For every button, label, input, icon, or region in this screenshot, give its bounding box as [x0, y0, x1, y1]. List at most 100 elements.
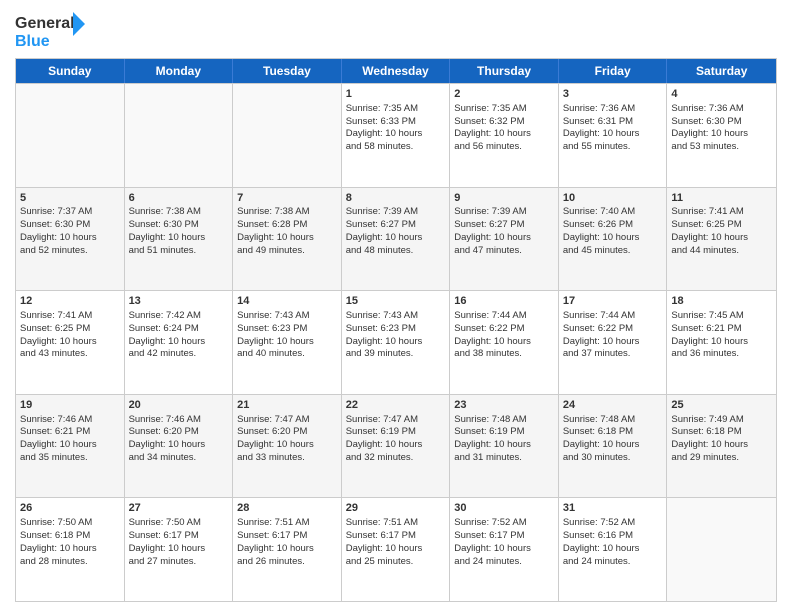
- day-number: 20: [129, 398, 229, 413]
- cal-cell: 4Sunrise: 7:36 AM Sunset: 6:30 PM Daylig…: [667, 84, 776, 187]
- cal-cell: 28Sunrise: 7:51 AM Sunset: 6:17 PM Dayli…: [233, 498, 342, 601]
- day-number: 17: [563, 294, 663, 309]
- day-number: 22: [346, 398, 446, 413]
- cal-week-row: 1Sunrise: 7:35 AM Sunset: 6:33 PM Daylig…: [16, 83, 776, 187]
- day-info: Sunrise: 7:43 AM Sunset: 6:23 PM Dayligh…: [237, 310, 314, 359]
- day-info: Sunrise: 7:47 AM Sunset: 6:20 PM Dayligh…: [237, 414, 314, 463]
- day-info: Sunrise: 7:43 AM Sunset: 6:23 PM Dayligh…: [346, 310, 423, 359]
- day-info: Sunrise: 7:50 AM Sunset: 6:18 PM Dayligh…: [20, 517, 97, 566]
- day-number: 6: [129, 191, 229, 206]
- cal-cell: 27Sunrise: 7:50 AM Sunset: 6:17 PM Dayli…: [125, 498, 234, 601]
- day-number: 14: [237, 294, 337, 309]
- cal-cell: 10Sunrise: 7:40 AM Sunset: 6:26 PM Dayli…: [559, 188, 668, 291]
- day-number: 2: [454, 87, 554, 102]
- day-number: 13: [129, 294, 229, 309]
- cal-cell: 13Sunrise: 7:42 AM Sunset: 6:24 PM Dayli…: [125, 291, 234, 394]
- day-number: 3: [563, 87, 663, 102]
- page: GeneralBlue SundayMondayTuesdayWednesday…: [0, 0, 792, 612]
- cal-header-cell-thursday: Thursday: [450, 59, 559, 83]
- cal-cell: 25Sunrise: 7:49 AM Sunset: 6:18 PM Dayli…: [667, 395, 776, 498]
- day-info: Sunrise: 7:51 AM Sunset: 6:17 PM Dayligh…: [346, 517, 423, 566]
- cal-cell: 22Sunrise: 7:47 AM Sunset: 6:19 PM Dayli…: [342, 395, 451, 498]
- day-info: Sunrise: 7:51 AM Sunset: 6:17 PM Dayligh…: [237, 517, 314, 566]
- cal-cell: 19Sunrise: 7:46 AM Sunset: 6:21 PM Dayli…: [16, 395, 125, 498]
- cal-cell: 23Sunrise: 7:48 AM Sunset: 6:19 PM Dayli…: [450, 395, 559, 498]
- cal-header-cell-tuesday: Tuesday: [233, 59, 342, 83]
- day-info: Sunrise: 7:39 AM Sunset: 6:27 PM Dayligh…: [454, 206, 531, 255]
- cal-cell: 6Sunrise: 7:38 AM Sunset: 6:30 PM Daylig…: [125, 188, 234, 291]
- cal-cell: [125, 84, 234, 187]
- cal-header-cell-monday: Monday: [125, 59, 234, 83]
- day-info: Sunrise: 7:44 AM Sunset: 6:22 PM Dayligh…: [454, 310, 531, 359]
- cal-cell: 15Sunrise: 7:43 AM Sunset: 6:23 PM Dayli…: [342, 291, 451, 394]
- cal-cell: 21Sunrise: 7:47 AM Sunset: 6:20 PM Dayli…: [233, 395, 342, 498]
- cal-cell: 7Sunrise: 7:38 AM Sunset: 6:28 PM Daylig…: [233, 188, 342, 291]
- day-number: 8: [346, 191, 446, 206]
- cal-cell: 11Sunrise: 7:41 AM Sunset: 6:25 PM Dayli…: [667, 188, 776, 291]
- cal-header-cell-saturday: Saturday: [667, 59, 776, 83]
- day-info: Sunrise: 7:41 AM Sunset: 6:25 PM Dayligh…: [671, 206, 748, 255]
- cal-week-row: 19Sunrise: 7:46 AM Sunset: 6:21 PM Dayli…: [16, 394, 776, 498]
- svg-text:Blue: Blue: [15, 33, 50, 50]
- day-info: Sunrise: 7:41 AM Sunset: 6:25 PM Dayligh…: [20, 310, 97, 359]
- day-info: Sunrise: 7:52 AM Sunset: 6:17 PM Dayligh…: [454, 517, 531, 566]
- day-number: 7: [237, 191, 337, 206]
- cal-cell: [16, 84, 125, 187]
- day-number: 5: [20, 191, 120, 206]
- day-number: 10: [563, 191, 663, 206]
- day-number: 9: [454, 191, 554, 206]
- cal-cell: 20Sunrise: 7:46 AM Sunset: 6:20 PM Dayli…: [125, 395, 234, 498]
- day-number: 23: [454, 398, 554, 413]
- day-info: Sunrise: 7:38 AM Sunset: 6:28 PM Dayligh…: [237, 206, 314, 255]
- day-number: 26: [20, 501, 120, 516]
- day-info: Sunrise: 7:38 AM Sunset: 6:30 PM Dayligh…: [129, 206, 206, 255]
- day-info: Sunrise: 7:52 AM Sunset: 6:16 PM Dayligh…: [563, 517, 640, 566]
- day-info: Sunrise: 7:49 AM Sunset: 6:18 PM Dayligh…: [671, 414, 748, 463]
- day-number: 31: [563, 501, 663, 516]
- day-info: Sunrise: 7:39 AM Sunset: 6:27 PM Dayligh…: [346, 206, 423, 255]
- day-number: 30: [454, 501, 554, 516]
- day-number: 12: [20, 294, 120, 309]
- day-number: 27: [129, 501, 229, 516]
- cal-cell: 5Sunrise: 7:37 AM Sunset: 6:30 PM Daylig…: [16, 188, 125, 291]
- cal-cell: 14Sunrise: 7:43 AM Sunset: 6:23 PM Dayli…: [233, 291, 342, 394]
- cal-cell: 2Sunrise: 7:35 AM Sunset: 6:32 PM Daylig…: [450, 84, 559, 187]
- cal-cell: 17Sunrise: 7:44 AM Sunset: 6:22 PM Dayli…: [559, 291, 668, 394]
- cal-header-cell-wednesday: Wednesday: [342, 59, 451, 83]
- day-number: 16: [454, 294, 554, 309]
- cal-header-cell-sunday: Sunday: [16, 59, 125, 83]
- svg-text:General: General: [15, 15, 75, 32]
- day-info: Sunrise: 7:44 AM Sunset: 6:22 PM Dayligh…: [563, 310, 640, 359]
- cal-week-row: 26Sunrise: 7:50 AM Sunset: 6:18 PM Dayli…: [16, 497, 776, 601]
- day-info: Sunrise: 7:35 AM Sunset: 6:33 PM Dayligh…: [346, 103, 423, 152]
- cal-cell: 9Sunrise: 7:39 AM Sunset: 6:27 PM Daylig…: [450, 188, 559, 291]
- calendar-body: 1Sunrise: 7:35 AM Sunset: 6:33 PM Daylig…: [16, 83, 776, 601]
- cal-cell: 29Sunrise: 7:51 AM Sunset: 6:17 PM Dayli…: [342, 498, 451, 601]
- day-info: Sunrise: 7:48 AM Sunset: 6:19 PM Dayligh…: [454, 414, 531, 463]
- day-number: 29: [346, 501, 446, 516]
- cal-cell: 8Sunrise: 7:39 AM Sunset: 6:27 PM Daylig…: [342, 188, 451, 291]
- day-number: 1: [346, 87, 446, 102]
- header: GeneralBlue: [15, 10, 777, 50]
- cal-cell: 12Sunrise: 7:41 AM Sunset: 6:25 PM Dayli…: [16, 291, 125, 394]
- day-info: Sunrise: 7:36 AM Sunset: 6:31 PM Dayligh…: [563, 103, 640, 152]
- day-number: 18: [671, 294, 772, 309]
- cal-cell: 3Sunrise: 7:36 AM Sunset: 6:31 PM Daylig…: [559, 84, 668, 187]
- calendar: SundayMondayTuesdayWednesdayThursdayFrid…: [15, 58, 777, 602]
- day-info: Sunrise: 7:48 AM Sunset: 6:18 PM Dayligh…: [563, 414, 640, 463]
- logo: GeneralBlue: [15, 10, 85, 50]
- day-info: Sunrise: 7:36 AM Sunset: 6:30 PM Dayligh…: [671, 103, 748, 152]
- cal-header-cell-friday: Friday: [559, 59, 668, 83]
- day-number: 15: [346, 294, 446, 309]
- cal-cell: 1Sunrise: 7:35 AM Sunset: 6:33 PM Daylig…: [342, 84, 451, 187]
- day-info: Sunrise: 7:50 AM Sunset: 6:17 PM Dayligh…: [129, 517, 206, 566]
- day-number: 24: [563, 398, 663, 413]
- day-info: Sunrise: 7:42 AM Sunset: 6:24 PM Dayligh…: [129, 310, 206, 359]
- cal-cell: 30Sunrise: 7:52 AM Sunset: 6:17 PM Dayli…: [450, 498, 559, 601]
- day-number: 19: [20, 398, 120, 413]
- cal-week-row: 5Sunrise: 7:37 AM Sunset: 6:30 PM Daylig…: [16, 187, 776, 291]
- day-info: Sunrise: 7:35 AM Sunset: 6:32 PM Dayligh…: [454, 103, 531, 152]
- day-info: Sunrise: 7:40 AM Sunset: 6:26 PM Dayligh…: [563, 206, 640, 255]
- logo-svg: GeneralBlue: [15, 10, 85, 50]
- cal-cell: 31Sunrise: 7:52 AM Sunset: 6:16 PM Dayli…: [559, 498, 668, 601]
